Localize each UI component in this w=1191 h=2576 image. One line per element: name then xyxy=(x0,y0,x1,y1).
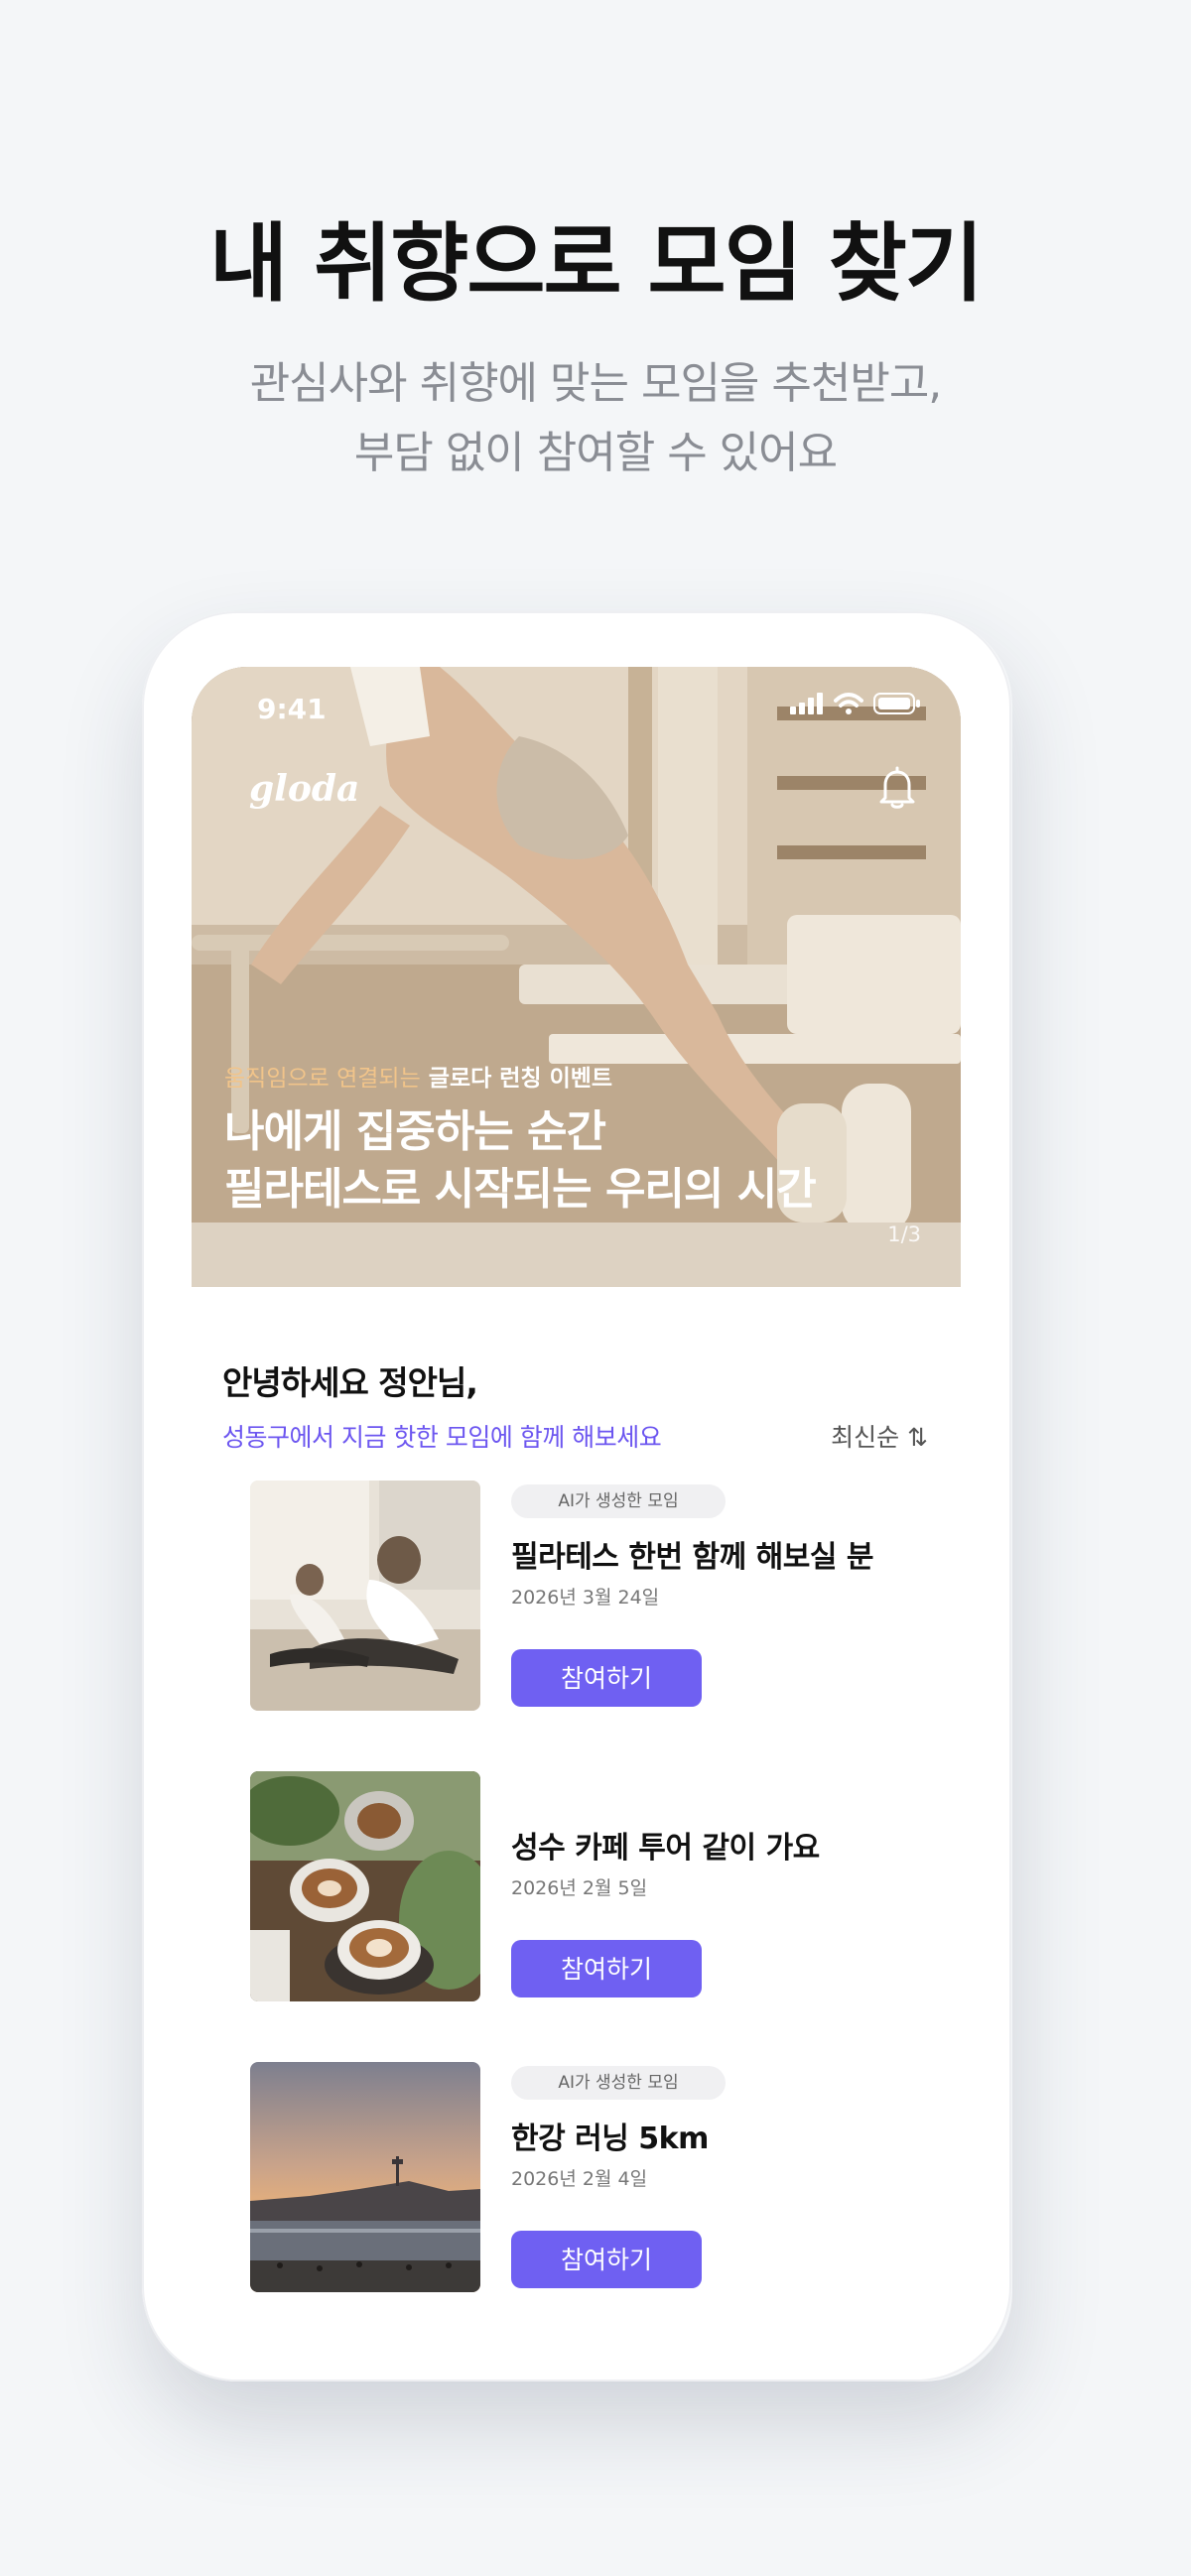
ai-generated-badge: AI가 생성한 모임 xyxy=(511,2066,726,2100)
join-button[interactable]: 참여하기 xyxy=(511,2231,702,2288)
hero-kicker: 움직임으로 연결되는 글로다 런칭 이벤트 xyxy=(224,1059,612,1093)
meetup-title: 필라테스 한번 함께 해보실 분 xyxy=(511,1540,873,1575)
hero-title-line: 나에게 집중하는 순간 xyxy=(224,1106,606,1157)
hero-title-line: 필라테스로 시작되는 우리의 시간 xyxy=(224,1164,817,1215)
wifi-icon xyxy=(834,693,863,714)
meetup-title: 한강 러닝 5km xyxy=(511,2122,709,2156)
signal-icon xyxy=(790,693,823,714)
sort-button[interactable]: 최신순 ⇅ xyxy=(831,1418,928,1454)
hero-banner[interactable]: 9:41 gloda 움직임으로 연결되는 글로다 런칭 이벤트 나에게 집중하… xyxy=(192,667,961,1287)
hero-kicker-main: 글로다 런칭 이벤트 xyxy=(428,1066,613,1092)
meetup-thumbnail xyxy=(250,2062,480,2292)
meetup-card[interactable]: 성수 카페 투어 같이 가요 2026년 2월 5일 참여하기 xyxy=(250,1771,925,2001)
meetup-date: 2026년 3월 24일 xyxy=(511,1587,660,1609)
join-button[interactable]: 참여하기 xyxy=(511,1649,702,1707)
meetup-thumbnail xyxy=(250,1771,480,2001)
meetup-card[interactable]: AI가 생성한 모임 한강 러닝 5km 2026년 2월 4일 참여하기 xyxy=(250,2062,925,2292)
bell-icon[interactable] xyxy=(877,766,917,810)
ai-generated-badge: AI가 생성한 모임 xyxy=(511,1484,726,1518)
meetup-card[interactable]: AI가 생성한 모임 필라테스 한번 함께 해보실 분 2026년 3월 24일… xyxy=(250,1481,925,1711)
status-time: 9:41 xyxy=(257,693,327,725)
join-button[interactable]: 참여하기 xyxy=(511,1940,702,1997)
meetup-title: 성수 카페 투어 같이 가요 xyxy=(511,1831,820,1866)
meetup-date: 2026년 2월 5일 xyxy=(511,1877,648,1899)
hero-kicker-accent: 움직임으로 연결되는 xyxy=(224,1066,421,1092)
app-logo[interactable]: gloda xyxy=(249,768,359,810)
hero-page-indicator: 1/3 xyxy=(887,1223,921,1246)
promo-subline: 관심사와 취향에 맞는 모임을 추천받고, xyxy=(249,358,943,409)
meetup-date: 2026년 2월 4일 xyxy=(511,2168,648,2190)
promo-headline: 내 취향으로 모임 찾기 xyxy=(209,214,984,314)
greeting-title: 안녕하세요 정안님, xyxy=(222,1363,478,1402)
status-icons xyxy=(790,693,921,714)
app-screen: 9:41 gloda 움직임으로 연결되는 글로다 런칭 이벤트 나에게 집중하… xyxy=(192,667,961,2334)
greeting-subtitle: 성동구에서 지금 핫한 모임에 함께 해보세요 xyxy=(222,1423,662,1452)
battery-icon xyxy=(873,693,920,714)
promo-subline: 부담 없이 참여할 수 있어요 xyxy=(353,428,838,478)
meetup-thumbnail xyxy=(250,1481,480,1711)
hero-title: 나에게 집중하는 순간 필라테스로 시작되는 우리의 시간 xyxy=(224,1103,817,1219)
